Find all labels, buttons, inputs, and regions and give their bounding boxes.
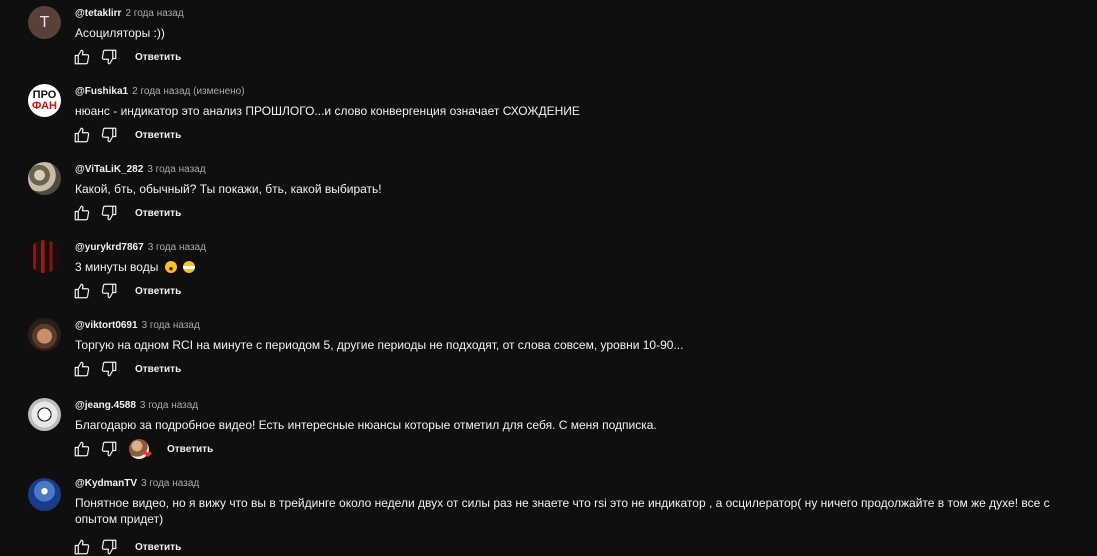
- reply-button[interactable]: Ответить: [135, 286, 181, 297]
- comment-meta: @tetaklirr 2 года назад: [75, 6, 1087, 22]
- comment-text: Благодарю за подробное видео! Есть интер…: [75, 418, 657, 432]
- comment-time[interactable]: 3 года назад: [142, 320, 200, 331]
- comment-actions: Ответить: [73, 538, 181, 556]
- creator-heart-badge: ❤: [129, 439, 152, 461]
- comment-actions: Ответить: [73, 282, 181, 300]
- heart-icon: ❤: [143, 450, 152, 461]
- thumb-down-icon[interactable]: [100, 48, 118, 66]
- comment-author[interactable]: @jeang.4588: [75, 400, 136, 411]
- comment-time[interactable]: 3 года назад: [140, 400, 198, 411]
- comment-author[interactable]: @ViTaLiK_282: [75, 164, 143, 175]
- avatar-text-top: ПРО: [32, 88, 57, 101]
- astonished-face-icon: [164, 261, 177, 273]
- avatar[interactable]: [28, 240, 61, 273]
- comment-text: Какой, бть, обычный? Ты покажи, бть, как…: [75, 182, 382, 196]
- comment-actions: Ответить: [73, 204, 181, 222]
- avatar[interactable]: ПРО ФАН: [28, 84, 61, 117]
- comment-actions: Ответить: [73, 126, 181, 144]
- thumb-down-icon[interactable]: [100, 282, 118, 300]
- comment-body: @viktort0691 3 года назад Торгую на одном…: [75, 318, 1087, 353]
- comment-time[interactable]: 3 года назад: [141, 478, 199, 489]
- comment-text: Торгую на одном RCI на минуте с периодом…: [75, 338, 684, 352]
- comment-item: @yurykrd7867 3 года назад 3 минуты воды О…: [0, 240, 1097, 310]
- comment-meta: @ViTaLiK_282 3 года назад: [75, 162, 1087, 178]
- thumb-up-icon[interactable]: [73, 538, 91, 556]
- thumb-up-icon[interactable]: [73, 204, 91, 222]
- avatar[interactable]: [28, 398, 61, 431]
- comment-time[interactable]: 2 года назад: [125, 8, 183, 19]
- comment-item: T @tetaklirr 2 года назад Асоциляторы :))…: [0, 6, 1097, 76]
- comment-item: @KydmanTV 3 года назад Понятное видео, но…: [0, 476, 1097, 555]
- comment-item: ПРО ФАН @Fushika1 2 года назад (изменено)…: [0, 84, 1097, 154]
- comment-meta: @jeang.4588 3 года назад: [75, 398, 1087, 414]
- comment-author[interactable]: @Fushika1: [75, 86, 128, 97]
- thumb-up-icon[interactable]: [73, 360, 91, 378]
- comment-meta: @Fushika1 2 года назад (изменено): [75, 84, 1087, 100]
- comment-author[interactable]: @KydmanTV: [75, 478, 137, 489]
- comment-time[interactable]: 2 года назад (изменено): [132, 86, 244, 97]
- comment-text: нюанс - индикатор это анализ ПРОШЛОГО...…: [75, 104, 580, 118]
- comment-meta: @KydmanTV 3 года назад: [75, 476, 1087, 492]
- comment-time[interactable]: 3 года назад: [147, 164, 205, 175]
- avatar-letter: T: [39, 13, 50, 31]
- reply-button[interactable]: Ответить: [135, 130, 181, 141]
- comment-body: @jeang.4588 3 года назад Благодарю за под…: [75, 398, 1087, 433]
- avatar[interactable]: [28, 318, 61, 351]
- thumb-up-icon[interactable]: [73, 440, 91, 458]
- thumb-down-icon[interactable]: [100, 126, 118, 144]
- avatar[interactable]: [28, 162, 61, 195]
- reply-button[interactable]: Ответить: [135, 542, 181, 553]
- comment-body: @yurykrd7867 3 года назад 3 минуты воды: [75, 240, 1087, 275]
- grimacing-face-icon: [183, 261, 196, 273]
- comment-author[interactable]: @viktort0691: [75, 320, 138, 331]
- thumb-down-icon[interactable]: [100, 440, 118, 458]
- comment-text-content: 3 минуты воды: [75, 260, 159, 274]
- thumb-down-icon[interactable]: [100, 538, 118, 556]
- comment-actions: Ответить: [73, 48, 181, 66]
- comment-time[interactable]: 3 года назад: [148, 242, 206, 253]
- comment-item: @ViTaLiK_282 3 года назад Какой, бть, обы…: [0, 162, 1097, 232]
- comment-text: Понятное видео, но я вижу что вы в трейд…: [75, 496, 1050, 526]
- comment-meta: @yurykrd7867 3 года назад: [75, 240, 1087, 256]
- reply-button[interactable]: Ответить: [167, 444, 213, 455]
- reply-button[interactable]: Ответить: [135, 208, 181, 219]
- comment-author[interactable]: @yurykrd7867: [75, 242, 144, 253]
- avatar-text-bottom: ФАН: [31, 99, 57, 112]
- thumb-down-icon[interactable]: [100, 360, 118, 378]
- comment-item: @viktort0691 3 года назад Торгую на одном…: [0, 318, 1097, 388]
- reply-button[interactable]: Ответить: [135, 364, 181, 375]
- comment-body: @KydmanTV 3 года назад Понятное видео, но…: [75, 476, 1087, 527]
- thumb-down-icon[interactable]: [100, 204, 118, 222]
- comment-actions: ❤ Ответить: [73, 439, 213, 461]
- avatar[interactable]: [28, 478, 61, 511]
- avatar[interactable]: T: [28, 6, 61, 39]
- comment-author[interactable]: @tetaklirr: [75, 8, 121, 19]
- comment-body: @tetaklirr 2 года назад Асоциляторы :)): [75, 6, 1087, 41]
- comment-meta: @viktort0691 3 года назад: [75, 318, 1087, 334]
- comment-body: @Fushika1 2 года назад (изменено) нюанс -…: [75, 84, 1087, 119]
- comment-item: @jeang.4588 3 года назад Благодарю за под…: [0, 398, 1097, 468]
- thumb-up-icon[interactable]: [73, 282, 91, 300]
- comment-text: 3 минуты воды: [75, 259, 1087, 275]
- comment-actions: Ответить: [73, 360, 181, 378]
- comment-text: Асоциляторы :)): [75, 26, 165, 40]
- thumb-up-icon[interactable]: [73, 126, 91, 144]
- comment-body: @ViTaLiK_282 3 года назад Какой, бть, обы…: [75, 162, 1087, 197]
- reply-button[interactable]: Ответить: [135, 52, 181, 63]
- thumb-up-icon[interactable]: [73, 48, 91, 66]
